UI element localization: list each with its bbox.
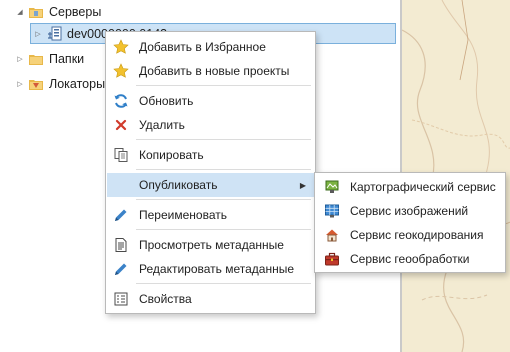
menu-item-label: Копировать: [139, 148, 204, 162]
tree-item-servers-label: Серверы: [49, 5, 102, 19]
menu-item-rename[interactable]: Переименовать: [107, 203, 314, 227]
submenu-item-label: Картографический сервис: [350, 180, 496, 194]
menu-separator: [136, 283, 311, 284]
menu-item-label: Добавить в Избранное: [139, 40, 266, 54]
menu-item-delete[interactable]: Удалить: [107, 113, 314, 137]
tree-item-folders[interactable]: ▷ Папки: [15, 48, 84, 70]
tree-item-locators-label: Локаторы: [49, 77, 106, 91]
context-menu: Добавить в Избранное Добавить в новые пр…: [105, 31, 316, 314]
menu-item-label: Добавить в новые проекты: [139, 64, 290, 78]
menu-item-add-to-new-projects[interactable]: Добавить в новые проекты: [107, 59, 314, 83]
expand-arrow-icon[interactable]: ▷: [15, 79, 25, 89]
menu-item-publish[interactable]: Опубликовать ▶: [107, 173, 314, 197]
refresh-icon: [113, 93, 129, 109]
menu-item-refresh[interactable]: Обновить: [107, 89, 314, 113]
servers-folder-icon: [29, 6, 43, 18]
metadata-icon: [113, 237, 129, 253]
tree-item-folders-label: Папки: [49, 52, 85, 66]
menu-separator: [136, 199, 311, 200]
submenu-item-label: Сервис геообработки: [350, 252, 470, 266]
map-service-icon: [324, 179, 340, 195]
geocode-service-icon: [324, 227, 340, 243]
menu-item-label: Удалить: [139, 118, 185, 132]
locators-folder-icon: [29, 78, 43, 90]
submenu-item-geocode-service[interactable]: Сервис геокодирования: [316, 223, 504, 247]
menu-item-edit-metadata[interactable]: Редактировать метаданные: [107, 257, 314, 281]
pencil-icon: [113, 207, 129, 223]
copy-icon: [113, 147, 129, 163]
expand-arrow-icon[interactable]: ▷: [15, 54, 25, 64]
menu-separator: [136, 85, 311, 86]
submenu-item-geoprocessing-service[interactable]: Сервис геообработки: [316, 247, 504, 271]
star-icon: [113, 63, 129, 79]
properties-icon: [113, 291, 129, 307]
menu-item-label: Опубликовать: [139, 178, 218, 192]
menu-item-properties[interactable]: Свойства: [107, 287, 314, 311]
menu-item-label: Свойства: [139, 292, 192, 306]
server-connection-icon: [47, 26, 63, 42]
submenu-item-label: Сервис изображений: [350, 204, 469, 218]
expand-arrow-icon[interactable]: ▷: [33, 29, 43, 39]
collapse-arrow-icon[interactable]: ◢: [15, 7, 25, 17]
menu-item-label: Просмотреть метаданные: [139, 238, 284, 252]
image-service-icon: [324, 203, 340, 219]
menu-separator: [136, 169, 311, 170]
star-icon: [113, 39, 129, 55]
folder-icon: [29, 53, 43, 65]
menu-item-view-metadata[interactable]: Просмотреть метаданные: [107, 233, 314, 257]
submenu-item-label: Сервис геокодирования: [350, 228, 484, 242]
menu-separator: [136, 139, 311, 140]
menu-item-label: Обновить: [139, 94, 194, 108]
menu-item-copy[interactable]: Копировать: [107, 143, 314, 167]
tree-item-servers[interactable]: ◢ Серверы: [15, 1, 101, 23]
menu-separator: [136, 229, 311, 230]
submenu-arrow-icon: ▶: [299, 180, 306, 190]
submenu-item-map-service[interactable]: Картографический сервис: [316, 175, 504, 199]
tree-item-locators[interactable]: ▷ Локаторы: [15, 73, 105, 95]
geoprocessing-service-icon: [324, 251, 340, 267]
menu-item-label: Редактировать метаданные: [139, 262, 295, 276]
menu-item-add-to-favorites[interactable]: Добавить в Избранное: [107, 35, 314, 59]
submenu-item-image-service[interactable]: Сервис изображений: [316, 199, 504, 223]
menu-item-label: Переименовать: [139, 208, 227, 222]
pencil-icon: [113, 261, 129, 277]
publish-submenu: Картографический сервис Сервис изображен…: [314, 172, 506, 273]
delete-icon: [113, 117, 129, 133]
